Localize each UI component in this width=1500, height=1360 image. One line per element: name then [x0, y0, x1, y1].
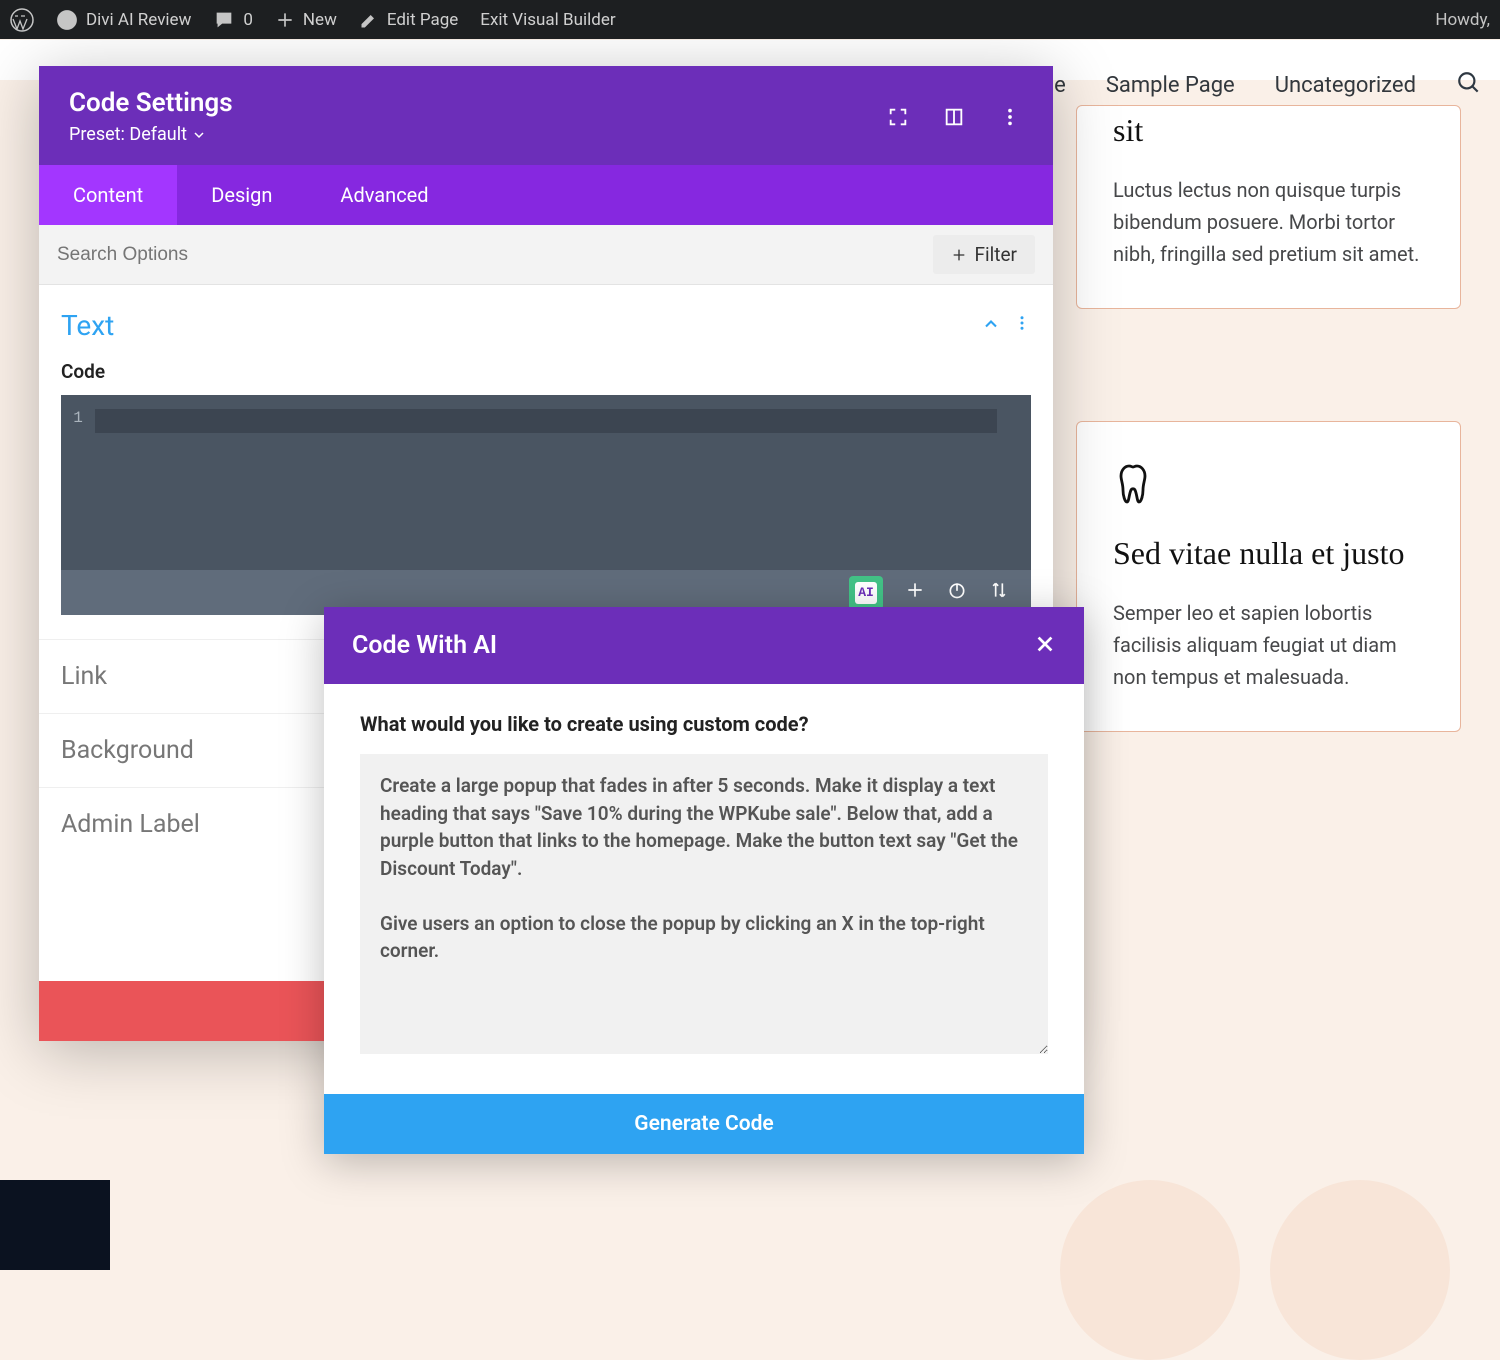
- decorative-circle: [1060, 1180, 1240, 1360]
- collapse-toggle[interactable]: [981, 314, 1001, 338]
- kebab-menu-icon: [1013, 314, 1031, 332]
- preset-label: Preset: Default: [69, 124, 187, 145]
- ai-popup-body: What would you like to create using cust…: [324, 684, 1084, 1094]
- filter-label: Filter: [975, 243, 1017, 266]
- search-input[interactable]: [57, 236, 933, 274]
- preset-dropdown[interactable]: Preset: Default: [69, 124, 233, 145]
- ai-badge: AI: [855, 582, 877, 604]
- new-content-menu[interactable]: New: [275, 10, 337, 30]
- card-body: Semper leo et sapien lobortis facilisis …: [1113, 597, 1424, 693]
- expand-icon[interactable]: [885, 104, 911, 130]
- swap-button[interactable]: [989, 580, 1009, 605]
- comment-icon: [213, 9, 235, 31]
- code-editor[interactable]: 1 AI: [61, 395, 1031, 615]
- edit-page-label: Edit Page: [387, 10, 458, 30]
- ai-popup-header: Code With AI: [324, 607, 1084, 684]
- plus-icon: [905, 580, 925, 600]
- ai-popup-title: Code With AI: [352, 631, 497, 660]
- decorative-corner: [0, 1180, 110, 1270]
- text-section: Text Code 1 AI: [39, 285, 1053, 639]
- code-field-label: Code: [61, 360, 1031, 383]
- caret-down-icon: [193, 129, 205, 141]
- plus-icon: [275, 10, 295, 30]
- ai-button[interactable]: AI: [849, 576, 883, 610]
- swap-icon: [989, 580, 1009, 600]
- site-primary-nav: ple Sample Page Uncategorized: [1036, 40, 1482, 130]
- comments-link[interactable]: 0: [213, 9, 253, 31]
- wordpress-icon: [10, 8, 34, 32]
- admin-bar: Divi AI Review 0 New Edit Page Exit Visu…: [0, 0, 1500, 39]
- comments-count: 0: [243, 10, 253, 30]
- card-body: Luctus lectus non quisque turpis bibendu…: [1113, 174, 1424, 270]
- new-label: New: [303, 10, 337, 30]
- tab-advanced[interactable]: Advanced: [306, 165, 462, 225]
- nav-item-uncategorized[interactable]: Uncategorized: [1275, 73, 1416, 98]
- ai-prompt-label: What would you like to create using cust…: [360, 712, 1048, 736]
- pencil-icon: [359, 10, 379, 30]
- close-icon: [1034, 633, 1056, 655]
- nav-item-sample-page[interactable]: Sample Page: [1106, 73, 1235, 98]
- modal-title: Code Settings: [69, 88, 233, 118]
- section-menu[interactable]: [1013, 314, 1031, 338]
- gauge-icon: [56, 9, 78, 31]
- feature-card: sit Luctus lectus non quisque turpis bib…: [1076, 105, 1461, 309]
- modal-tabs: Content Design Advanced: [39, 165, 1053, 225]
- chevron-up-icon: [981, 314, 1001, 334]
- modal-header: Code Settings Preset: Default: [39, 66, 1053, 165]
- edit-page-link[interactable]: Edit Page: [359, 10, 458, 30]
- user-greeting[interactable]: Howdy,: [1435, 10, 1490, 30]
- ai-prompt-textarea[interactable]: [360, 754, 1048, 1054]
- line-number: 1: [61, 395, 95, 570]
- active-line: [95, 409, 997, 433]
- feature-card: Sed vitae nulla et justo Semper leo et s…: [1076, 421, 1461, 732]
- add-button[interactable]: [905, 580, 925, 605]
- card-heading: Sed vitae nulla et justo: [1113, 533, 1424, 575]
- site-name[interactable]: Divi AI Review: [56, 9, 191, 31]
- site-title-text: Divi AI Review: [86, 10, 191, 30]
- exit-visual-builder[interactable]: Exit Visual Builder: [480, 10, 615, 30]
- exit-vb-label: Exit Visual Builder: [480, 10, 615, 30]
- tooth-icon: [1113, 460, 1424, 519]
- search-icon[interactable]: [1456, 70, 1482, 100]
- section-title[interactable]: Text: [61, 309, 114, 342]
- kebab-menu-icon[interactable]: [997, 104, 1023, 130]
- plus-icon: [951, 247, 967, 263]
- tab-design[interactable]: Design: [177, 165, 306, 225]
- power-button[interactable]: [947, 580, 967, 605]
- tab-content[interactable]: Content: [39, 165, 177, 225]
- wp-menu[interactable]: [10, 8, 34, 32]
- snap-icon[interactable]: [941, 104, 967, 130]
- close-button[interactable]: [1034, 629, 1056, 662]
- decorative-circle: [1270, 1180, 1450, 1360]
- power-icon: [947, 580, 967, 600]
- code-with-ai-popup: Code With AI What would you like to crea…: [324, 607, 1084, 1154]
- filter-button[interactable]: Filter: [933, 235, 1035, 274]
- generate-code-button[interactable]: Generate Code: [324, 1094, 1084, 1154]
- options-bar: Filter: [39, 225, 1053, 285]
